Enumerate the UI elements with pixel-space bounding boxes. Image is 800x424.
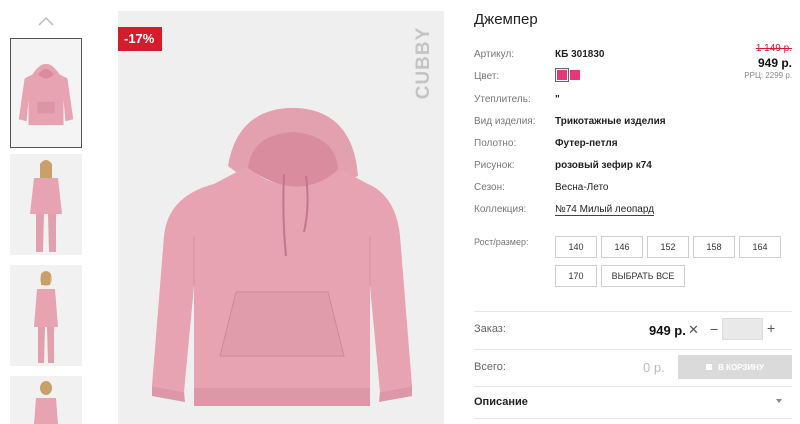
divider [474,418,792,419]
divider [474,349,792,350]
hoodie-image [152,107,412,406]
description-toggle[interactable]: Описание [474,396,528,408]
pattern-value: розовый зефир к74 [555,160,652,171]
fabric-value: Футер-петля [555,138,618,149]
collection-link[interactable]: №74 Милый леопард [555,204,655,216]
season-label: Сезон: [474,182,505,193]
recommended-retail-price: РРЦ: 2299 р. [744,71,792,80]
total-label: Всего: [474,361,506,373]
cart-icon [706,364,713,371]
quantity-increase-button[interactable]: + [767,320,775,336]
fabric-label: Полотно: [474,138,517,149]
current-price: 949 р. [757,56,792,70]
sale-badge: -17% [118,27,163,51]
insulation-value: " [555,94,560,105]
select-all-sizes-button[interactable]: ВЫБРАТЬ ВСЕ [601,265,685,287]
add-to-cart-label: В КОРЗИНУ [718,362,764,372]
caret-down-icon[interactable] [776,399,782,403]
quantity-decrease-button[interactable]: − [710,321,718,337]
size-option-164[interactable]: 164 [739,236,781,258]
product-type-value: Трикотажные изделия [555,116,666,127]
thumbnail-model-front[interactable] [10,154,82,255]
insulation-label: Утеплитель: [474,94,531,105]
thumbnail-model-side[interactable] [10,265,82,366]
product-title: Джемпер [474,11,538,28]
svg-text:CUBBY: CUBBY [413,27,434,100]
size-option-152[interactable]: 152 [647,236,689,258]
size-label: Рост/размер: [474,237,529,247]
color-swatch-pink[interactable] [570,70,580,80]
season-value: Весна-Лето [555,182,609,193]
article-label: Артикул: [474,49,515,60]
size-option-140[interactable]: 140 [555,236,597,258]
product-info: Джемпер Артикул: КБ 301830 Цвет: Утеплит… [474,0,792,424]
old-price: 1 149 р. [755,43,792,54]
quantity-input[interactable] [722,318,763,340]
color-label: Цвет: [474,71,500,82]
article-value: КБ 301830 [555,49,605,60]
collection-label: Коллекция: [474,204,527,215]
product-type-label: Вид изделия: [474,116,536,127]
brand-logo: CUBBY [413,27,434,100]
thumbnail-gallery [8,0,84,424]
size-option-158[interactable]: 158 [693,236,735,258]
divider [474,311,792,312]
color-swatch-pink-selected[interactable] [555,68,569,82]
order-label: Заказ: [474,323,506,335]
main-product-image[interactable]: -17% CUBBY [118,11,444,424]
order-price: 949 р. [649,323,686,338]
size-option-146[interactable]: 146 [601,236,643,258]
add-to-cart-button[interactable]: В КОРЗИНУ [678,355,792,379]
chevron-up-icon[interactable] [37,14,55,28]
thumbnail-model-back[interactable] [10,376,82,424]
thumbnail-hoodie[interactable] [10,38,82,148]
divider [474,386,792,387]
pattern-label: Рисунок: [474,160,515,171]
size-option-170[interactable]: 170 [555,265,597,287]
total-value: 0 р. [643,360,665,375]
remove-order-button[interactable]: ✕ [688,322,699,338]
